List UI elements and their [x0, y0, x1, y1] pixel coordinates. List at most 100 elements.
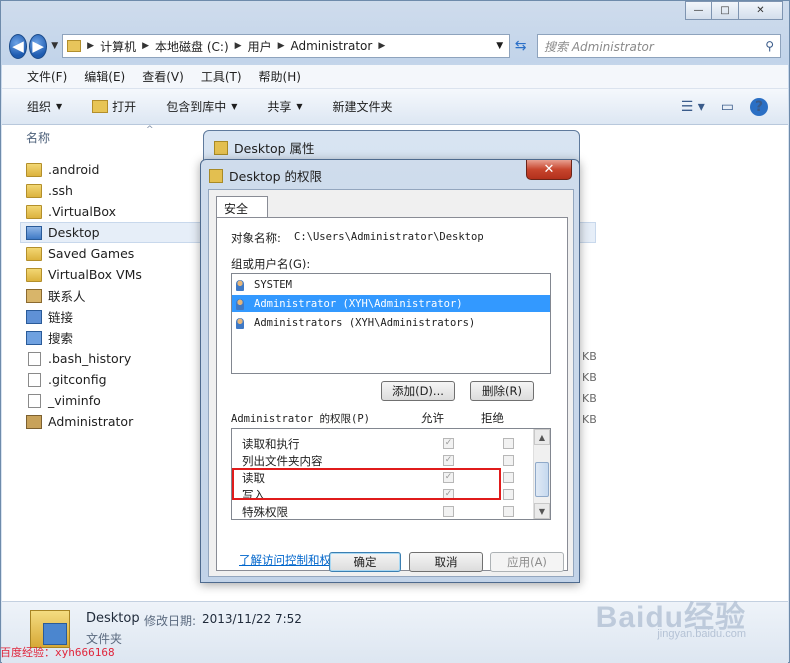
close-button[interactable]: ✕ [739, 1, 783, 20]
details-modified-label: 修改日期: [144, 614, 197, 628]
allow-checkbox[interactable]: ✓ [443, 455, 454, 466]
allow-checkbox[interactable]: ✓ [443, 438, 454, 449]
file-size-suffix: KB [582, 350, 597, 363]
scrollbar[interactable]: ▲ ▼ [533, 429, 550, 519]
list-item[interactable]: .android [26, 159, 206, 180]
open-label: 打开 [112, 100, 137, 114]
chevron-right-icon[interactable]: ▶ [378, 41, 385, 51]
deny-checkbox[interactable] [503, 489, 514, 500]
list-item[interactable]: 联系人 [26, 285, 206, 306]
sort-arrow-icon: ^ [146, 125, 154, 135]
column-header-name[interactable]: 名称 [26, 129, 50, 146]
details-modified-value: 2013/11/22 7:52 [202, 612, 302, 626]
maximize-button[interactable]: □ [712, 1, 739, 20]
scroll-down-arrow[interactable]: ▼ [534, 503, 550, 519]
folder-icon [209, 168, 223, 183]
list-item[interactable]: 链接 [26, 306, 206, 327]
share-button[interactable]: 共享 ▼ [267, 98, 302, 115]
view-options-icon[interactable]: ☰ ▾ [681, 99, 705, 115]
recent-pages-dropdown[interactable]: ▼ [51, 41, 58, 51]
new-folder-label: 新建文件夹 [332, 100, 393, 114]
scroll-thumb[interactable] [535, 462, 549, 497]
search-placeholder: 搜索 Administrator [544, 39, 654, 54]
scroll-up-arrow[interactable]: ▲ [534, 429, 550, 445]
search-icon[interactable]: ⚲ [765, 39, 774, 53]
forward-button[interactable]: ▶ [29, 33, 48, 59]
include-in-library-button[interactable]: 包含到库中 ▼ [166, 98, 237, 115]
folder-icon [214, 140, 228, 155]
contacts-icon [26, 288, 42, 303]
breadcrumb-administrator[interactable]: Administrator [291, 39, 373, 53]
organize-button[interactable]: 组织 ▼ [27, 98, 62, 115]
apply-button[interactable]: 应用(A) [490, 552, 564, 572]
breadcrumb-users[interactable]: 用户 [248, 38, 272, 55]
chevron-right-icon[interactable]: ▶ [87, 41, 94, 51]
remove-button[interactable]: 删除(R) [470, 381, 534, 401]
doc-icon [28, 393, 41, 408]
deny-checkbox[interactable] [503, 472, 514, 483]
user-list-item[interactable]: Administrators (XYH\Administrators) [232, 314, 550, 331]
breadcrumb-computer[interactable]: 计算机 [100, 38, 136, 55]
cancel-button[interactable]: 取消 [409, 552, 483, 572]
allow-column-header: 允许 [421, 411, 444, 425]
file-size-suffix: KB [582, 413, 597, 426]
object-name-label: 对象名称: [231, 231, 281, 245]
security-tab-panel: 对象名称: C:\Users\Administrator\Desktop 组或用… [216, 217, 568, 571]
baidu-url: jingyan.baidu.com [657, 628, 746, 640]
menu-help[interactable]: 帮助(H) [259, 68, 301, 85]
preview-pane-icon[interactable]: ▭ [721, 99, 734, 115]
open-button[interactable]: 打开 [92, 98, 136, 115]
user-list-item[interactable]: SYSTEM [232, 276, 550, 293]
menu-view[interactable]: 查看(V) [142, 68, 184, 85]
refresh-icon: ⇆ [514, 38, 527, 54]
menu-tools[interactable]: 工具(T) [201, 68, 242, 85]
minimize-button[interactable]: — [685, 1, 712, 20]
links-icon [26, 309, 42, 324]
new-folder-button[interactable]: 新建文件夹 [333, 98, 393, 115]
user-list-item[interactable]: Administrator (XYH\Administrator) [232, 295, 550, 312]
ok-button[interactable]: 确定 [329, 552, 401, 572]
list-item[interactable]: .ssh [26, 180, 206, 201]
group-user-label: 组或用户名(G): [231, 257, 311, 271]
user-icon [236, 297, 250, 310]
open-folder-icon [92, 100, 109, 113]
list-item[interactable]: Administrator [26, 411, 206, 432]
chevron-down-icon: ▼ [56, 102, 63, 111]
menu-file[interactable]: 文件(F) [27, 68, 67, 85]
tab-security[interactable]: 安全 [216, 196, 268, 218]
list-item[interactable]: .gitconfig [26, 369, 206, 390]
highlight-box [232, 468, 501, 500]
chevron-right-icon[interactable]: ▶ [142, 41, 149, 51]
user-name: Administrators (XYH\Administrators) [254, 316, 476, 329]
learn-access-control-link[interactable]: 了解访问控制和权限 [239, 552, 343, 568]
search-input[interactable]: 搜索 Administrator ⚲ [537, 34, 781, 58]
refresh-button[interactable]: ⇆ [512, 34, 529, 58]
list-item[interactable]: .VirtualBox [26, 201, 206, 222]
breadcrumb-local-disk[interactable]: 本地磁盘 (C:) [155, 38, 229, 55]
chevron-down-icon[interactable]: ▼ [496, 41, 503, 51]
menu-edit[interactable]: 编辑(E) [84, 68, 125, 85]
help-icon[interactable]: ? [750, 97, 768, 116]
list-item[interactable]: VirtualBox VMs [26, 264, 206, 285]
list-item[interactable]: Saved Games [26, 243, 206, 264]
user-list[interactable]: SYSTEM Administrator (XYH\Administrator) A… [231, 273, 551, 374]
close-button[interactable]: ✕ [526, 160, 572, 180]
properties-title-text: Desktop 属性 [234, 141, 315, 156]
address-bar[interactable]: ▶ 计算机 ▶ 本地磁盘 (C:) ▶ 用户 ▶ Administrator ▶… [62, 34, 511, 58]
file-name: .android [48, 162, 100, 177]
list-item[interactable]: 搜索 [26, 327, 206, 348]
deny-checkbox[interactable] [503, 438, 514, 449]
permissions-body: 安全 对象名称: C:\Users\Administrator\Desktop … [208, 189, 574, 577]
chevron-right-icon[interactable]: ▶ [235, 41, 242, 51]
list-item[interactable]: _viminfo [26, 390, 206, 411]
folder-blue-icon [26, 225, 42, 240]
deny-checkbox[interactable] [503, 506, 514, 517]
details-name: Desktop [86, 611, 140, 626]
deny-checkbox[interactable] [503, 455, 514, 466]
chevron-right-icon[interactable]: ▶ [278, 41, 285, 51]
back-button[interactable]: ◀ [9, 33, 28, 59]
list-item[interactable]: .bash_history [26, 348, 206, 369]
add-button[interactable]: 添加(D)... [381, 381, 455, 401]
permissions-header: Administrator 的权限(P) [231, 413, 370, 425]
allow-checkbox[interactable] [443, 506, 454, 517]
